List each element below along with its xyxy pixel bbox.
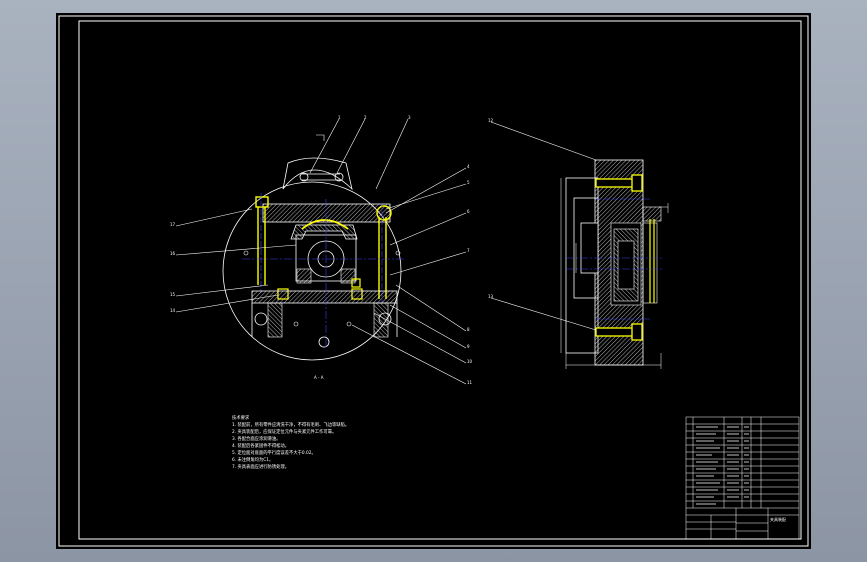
note-line: 7. 夹具表面应进行防锈处理。 bbox=[232, 463, 289, 470]
svg-text:12: 12 bbox=[488, 118, 494, 123]
svg-text:1: 1 bbox=[338, 115, 341, 120]
svg-text:6: 6 bbox=[467, 209, 470, 214]
svg-text:13: 13 bbox=[488, 294, 494, 299]
svg-text:11: 11 bbox=[467, 380, 473, 385]
title-block-title: 夹具装配 bbox=[770, 516, 786, 522]
base-block bbox=[251, 290, 398, 304]
technical-notes: 技术要求 1. 装配前，所有零件应清洗干净，不得有毛刺、飞边等缺陷。 2. 夹具… bbox=[232, 414, 349, 470]
svg-text:17: 17 bbox=[170, 222, 176, 227]
svg-text:4: 4 bbox=[467, 164, 470, 169]
svg-text:9: 9 bbox=[467, 344, 470, 349]
clamp-jaw bbox=[290, 224, 358, 240]
notes-heading: 技术要求 bbox=[232, 414, 250, 421]
svg-text:7: 7 bbox=[467, 248, 470, 253]
front-view-label: A - A bbox=[314, 375, 324, 380]
side-section-view: 12 13 bbox=[488, 118, 669, 369]
front-leaders bbox=[175, 118, 467, 385]
note-line: 2. 夹具装配后，应保证定位元件与夹紧元件工作可靠。 bbox=[232, 428, 336, 435]
note-line: 6. 未注倒角均为C1。 bbox=[232, 456, 273, 463]
outer-border bbox=[58, 15, 809, 547]
svg-text:16: 16 bbox=[170, 251, 176, 256]
cad-viewport[interactable]: 1 2 3 4 5 6 7 17 16 15 14 8 9 10 11 A - … bbox=[56, 13, 811, 549]
note-line: 1. 装配前，所有零件应清洗干净，不得有毛刺、飞边等缺陷。 bbox=[232, 421, 349, 428]
svg-text:15: 15 bbox=[170, 292, 176, 297]
svg-text:5: 5 bbox=[467, 180, 470, 185]
note-line: 4. 装配后各紧固件不得松动。 bbox=[232, 442, 289, 449]
svg-text:2: 2 bbox=[364, 115, 367, 120]
inner-border bbox=[78, 20, 802, 540]
svg-text:14: 14 bbox=[170, 308, 176, 313]
front-view: 1 2 3 4 5 6 7 17 16 15 14 8 9 10 11 A - … bbox=[170, 115, 473, 385]
assembly-drawing: 1 2 3 4 5 6 7 17 16 15 14 8 9 10 11 A - … bbox=[58, 15, 809, 547]
svg-text:10: 10 bbox=[467, 359, 473, 364]
svg-text:8: 8 bbox=[467, 327, 470, 332]
svg-text:3: 3 bbox=[408, 115, 411, 120]
note-line: 5. 定位面对底面的平行度误差不大于0.02。 bbox=[232, 449, 316, 456]
note-line: 3. 各配合面应涂润滑油。 bbox=[232, 435, 280, 442]
